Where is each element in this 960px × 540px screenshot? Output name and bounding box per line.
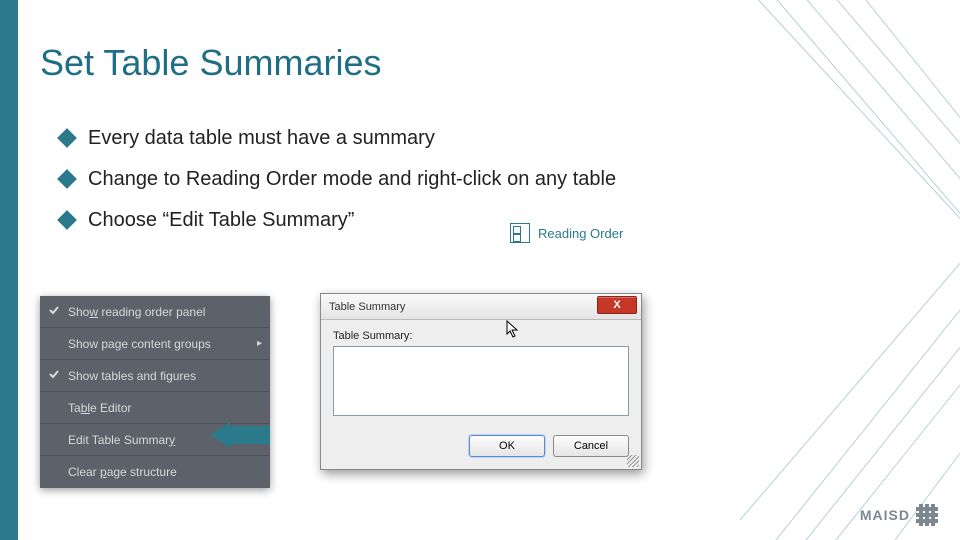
resize-grip-icon[interactable] bbox=[627, 455, 639, 467]
submenu-arrow-icon: ▸ bbox=[257, 338, 262, 349]
reading-order-label: Reading Order bbox=[538, 226, 623, 241]
ok-label: OK bbox=[499, 440, 515, 452]
bullet-text: Every data table must have a summary bbox=[88, 125, 435, 152]
left-accent-bar bbox=[0, 0, 18, 540]
ok-button[interactable]: OK bbox=[469, 435, 545, 457]
dialog-body: Table Summary: bbox=[321, 320, 641, 427]
menu-item-label: Show tables and figures bbox=[68, 369, 196, 383]
slide: Set Table Summaries Every data table mus… bbox=[0, 0, 960, 540]
close-icon: X bbox=[613, 299, 620, 311]
menu-item-clear-page-structure[interactable]: Clear page structure bbox=[40, 456, 270, 488]
mouse-cursor-icon bbox=[506, 320, 520, 338]
checkmark-icon bbox=[48, 304, 60, 316]
table-summary-dialog: Table Summary X Table Summary: OK Cancel bbox=[320, 293, 642, 470]
menu-item-show-reading-order-panel[interactable]: Show reading order panel bbox=[40, 296, 270, 328]
bullet-item: Every data table must have a summary bbox=[60, 125, 660, 152]
field-label: Table Summary: bbox=[333, 330, 629, 342]
logo-text: MAISD bbox=[860, 507, 910, 523]
dialog-title: Table Summary bbox=[329, 301, 405, 313]
close-button[interactable]: X bbox=[597, 296, 637, 314]
slide-title: Set Table Summaries bbox=[40, 42, 382, 84]
reading-order-button[interactable]: Reading Order bbox=[510, 218, 680, 248]
cancel-button[interactable]: Cancel bbox=[553, 435, 629, 457]
maisd-logo: MAISD bbox=[860, 504, 938, 526]
menu-item-table-editor[interactable]: Table Editor bbox=[40, 392, 270, 424]
table-summary-input[interactable] bbox=[333, 346, 629, 416]
menu-item-label: Clear page structure bbox=[68, 465, 177, 479]
bullet-text: Change to Reading Order mode and right-c… bbox=[88, 166, 616, 193]
decorative-lines bbox=[700, 0, 960, 540]
arrow-left-icon bbox=[210, 422, 230, 448]
menu-item-label: Show reading order panel bbox=[68, 305, 205, 319]
menu-item-label: Table Editor bbox=[68, 401, 131, 415]
bullet-icon bbox=[57, 169, 77, 189]
cancel-label: Cancel bbox=[574, 440, 608, 452]
context-menu: Show reading order panel Show page conte… bbox=[40, 296, 270, 488]
checkmark-icon bbox=[48, 368, 60, 380]
logo-glyph-icon bbox=[916, 504, 938, 526]
bullet-text: Choose “Edit Table Summary” bbox=[88, 207, 354, 234]
menu-item-show-tables-and-figures[interactable]: Show tables and figures bbox=[40, 360, 270, 392]
bullet-item: Change to Reading Order mode and right-c… bbox=[60, 166, 660, 193]
reading-order-icon bbox=[510, 223, 530, 243]
menu-item-label: Edit Table Summary bbox=[68, 433, 175, 447]
dialog-titlebar[interactable]: Table Summary X bbox=[321, 294, 641, 320]
bullet-icon bbox=[57, 128, 77, 148]
dialog-button-row: OK Cancel bbox=[321, 427, 641, 469]
arrow-body bbox=[228, 426, 270, 444]
arrow-callout bbox=[210, 422, 270, 448]
bullet-icon bbox=[57, 210, 77, 230]
menu-item-label: Show page content groups bbox=[68, 337, 211, 351]
menu-item-show-page-content-groups[interactable]: Show page content groups ▸ bbox=[40, 328, 270, 360]
